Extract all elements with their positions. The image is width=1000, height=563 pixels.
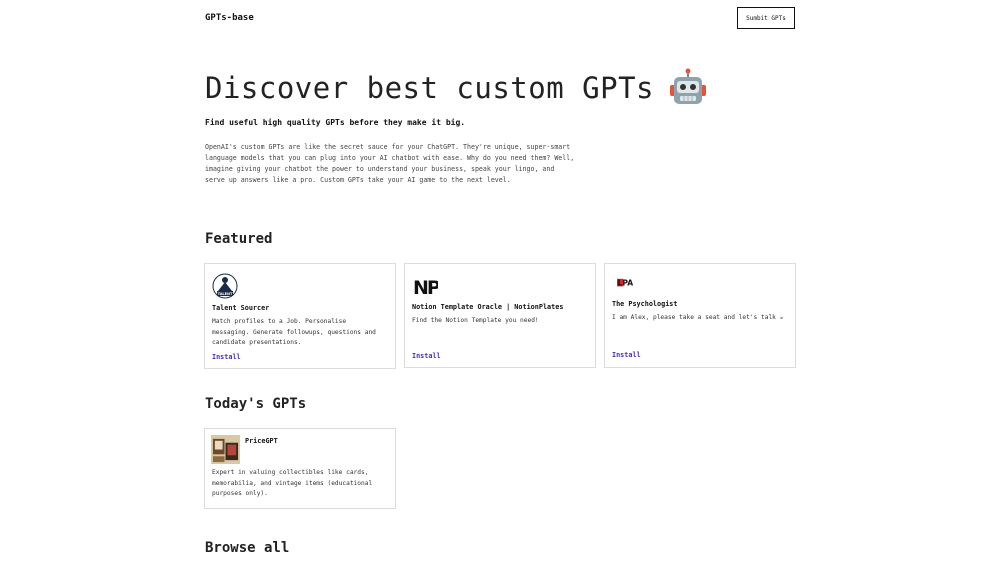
gpt-card-pricegpt[interactable]: PriceGPT Expert in valuing collectibles …: [204, 428, 396, 509]
np-logo-text: NP: [413, 277, 438, 299]
gpt-card-description: Match profiles to a Job. Personalise mes…: [212, 318, 376, 346]
talent-logo-text: TALENT: [218, 292, 233, 296]
gpt-card-description: Expert in valuing collectibles like card…: [212, 469, 373, 497]
hero-subtitle: Find useful high quality GPTs before the…: [205, 118, 466, 127]
site-header: GPTs-base Sumbit GPTs: [205, 0, 795, 36]
gpt-card-the-psychologist[interactable]: LPA The Psychologist I am Alex, please t…: [604, 263, 796, 368]
gpt-card-description: I am Alex, please take a seat and let's …: [612, 314, 784, 321]
todays-gpts-section-title: Today's GPTs: [205, 396, 307, 412]
submit-gpts-button[interactable]: Sumbit GPTs: [737, 7, 795, 29]
install-link[interactable]: Install: [212, 353, 241, 361]
lpa-logo-text: LPA: [618, 279, 634, 288]
gpt-card-description: Find the Notion Template you need!: [412, 317, 539, 324]
gpt-card-name[interactable]: The Psychologist: [612, 300, 677, 308]
lpa-logo-icon: LPA: [617, 279, 634, 288]
gpt-card-name[interactable]: Notion Template Oracle | NotionPlates: [412, 303, 563, 311]
gpt-card-talent-sourcer[interactable]: TALENT Talent Sourcer Match profiles to …: [204, 263, 396, 369]
talent-sourcer-logo-icon: TALENT: [212, 273, 238, 299]
hero-intro: OpenAI's custom GPTs are like the secret…: [205, 143, 575, 184]
gpt-card-name[interactable]: PriceGPT: [245, 437, 278, 445]
robot-icon: [670, 68, 706, 104]
page-title: Discover best custom GPTs: [205, 68, 708, 108]
install-link[interactable]: Install: [412, 352, 441, 360]
brand-logo[interactable]: GPTs-base: [205, 13, 254, 23]
install-link[interactable]: Install: [612, 351, 641, 359]
gpt-card-notion-template-oracle[interactable]: NP Notion Template Oracle | NotionPlates…: [404, 263, 596, 368]
featured-section-title: Featured: [205, 231, 273, 247]
page-title-text: Discover best custom GPTs: [205, 71, 654, 105]
browse-all-section-title: Browse all: [205, 540, 290, 556]
pricegpt-logo-icon: [211, 435, 240, 464]
notionplates-logo-icon: NP: [413, 277, 438, 299]
gpt-card-name[interactable]: Talent Sourcer: [212, 304, 269, 312]
